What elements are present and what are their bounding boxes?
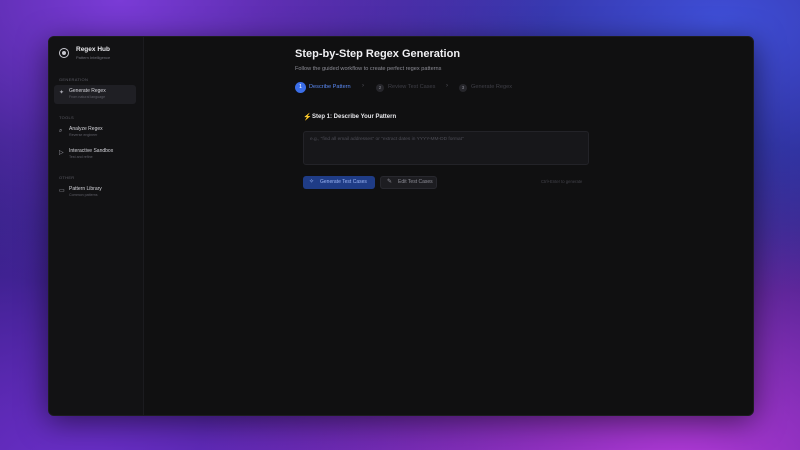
step-1-number[interactable]: 1	[295, 82, 306, 93]
sidebar-item-label: Interactive Sandbox	[69, 148, 114, 154]
brand-title: Regex Hub	[76, 46, 110, 53]
app-window: Regex Hub Pattern Intelligence GENERATIO…	[48, 36, 754, 416]
input-placeholder: e.g., "find all email addresses" or "ext…	[310, 137, 464, 142]
logo-icon	[59, 48, 69, 58]
sidebar-item-sub: From natural language	[69, 95, 106, 99]
step-2-number[interactable]: 2	[376, 84, 384, 92]
edit-test-cases-button[interactable]: ✎ Edit Test Cases	[380, 176, 437, 189]
sidebar-item-label: Pattern Library	[69, 186, 102, 192]
stepper: 1 Describe Pattern › 2 Review Test Cases…	[295, 82, 595, 94]
sidebar-item-label: Generate Regex	[69, 88, 106, 94]
sidebar-item-interactive-sandbox[interactable]: ▷ Interactive Sandbox Test and refine	[54, 145, 136, 164]
button-label: Generate Test Cases	[320, 179, 367, 185]
section-label-other: OTHER	[59, 175, 75, 180]
book-icon: ▭	[59, 188, 65, 194]
pencil-icon: ✎	[387, 179, 393, 185]
wand-icon: ⚡	[303, 114, 312, 121]
sparkle-icon: ✦	[59, 90, 65, 96]
sidebar: Regex Hub Pattern Intelligence GENERATIO…	[49, 37, 144, 415]
pattern-description-input[interactable]: e.g., "find all email addresses" or "ext…	[303, 131, 589, 165]
chevron-right-icon: ›	[446, 83, 448, 89]
keyboard-hint: Ctrl+Enter to generate	[541, 179, 583, 184]
brand-subtitle: Pattern Intelligence	[76, 55, 111, 60]
sidebar-item-analyze-regex[interactable]: ⌕ Analyze Regex Reverse engineer	[54, 123, 136, 142]
sidebar-item-label: Analyze Regex	[69, 126, 103, 132]
generate-test-cases-button[interactable]: ✧ Generate Test Cases	[303, 176, 375, 189]
section-label-generation: GENERATION	[59, 77, 89, 82]
step-3-label[interactable]: Generate Regex	[471, 84, 512, 90]
chevron-right-icon: ›	[362, 83, 364, 89]
page-title: Step-by-Step Regex Generation	[295, 48, 461, 60]
step-3-number[interactable]: 3	[459, 84, 467, 92]
step-1-label[interactable]: Describe Pattern	[309, 84, 351, 90]
sidebar-item-sub: Common patterns	[69, 193, 98, 197]
sidebar-item-generate-regex[interactable]: ✦ Generate Regex From natural language	[54, 85, 136, 104]
section-label-tools: TOOLS	[59, 115, 74, 120]
main-content: Step-by-Step Regex Generation Follow the…	[143, 37, 753, 415]
play-icon: ▷	[59, 150, 64, 156]
sparkle-icon: ✧	[309, 179, 315, 185]
sidebar-item-pattern-library[interactable]: ▭ Pattern Library Common patterns	[54, 183, 136, 202]
button-label: Edit Test Cases	[398, 179, 433, 185]
search-icon: ⌕	[59, 128, 63, 134]
sidebar-item-sub: Test and refine	[69, 155, 93, 159]
card-title: Step 1: Describe Your Pattern	[312, 114, 397, 120]
step-2-label[interactable]: Review Test Cases	[388, 84, 435, 90]
sidebar-item-sub: Reverse engineer	[69, 133, 98, 137]
page-subtitle: Follow the guided workflow to create per…	[295, 66, 442, 72]
